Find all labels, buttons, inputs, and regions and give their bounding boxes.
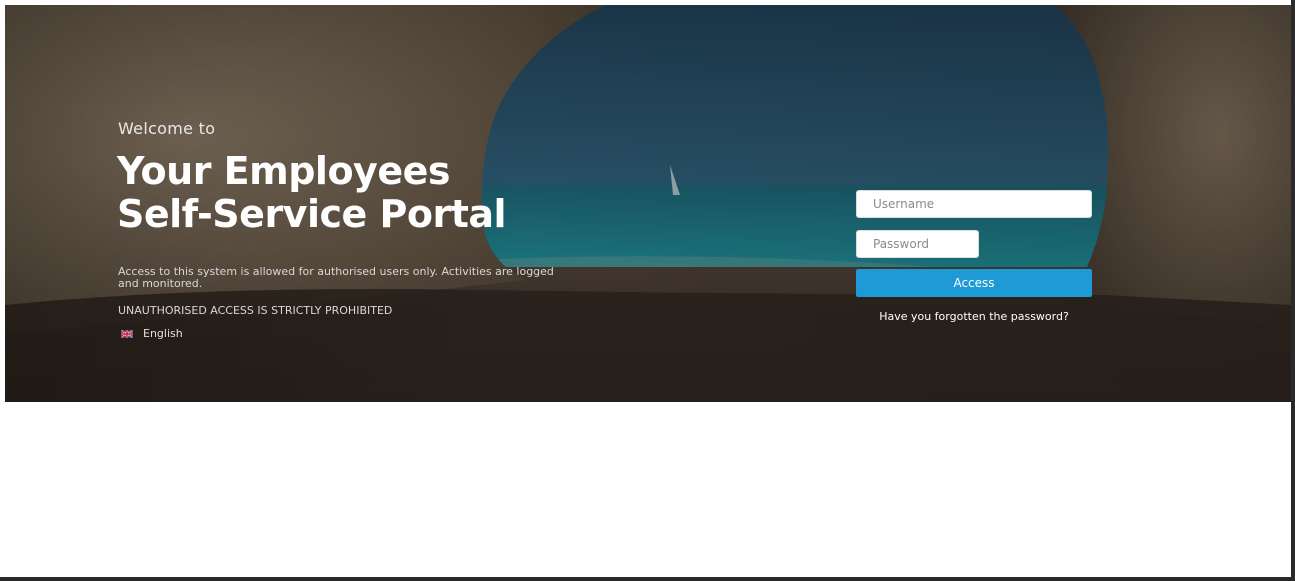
language-selector[interactable]: English [121,327,183,340]
password-input[interactable] [856,230,979,258]
portal-title-line-2: Self-Service Portal [117,192,507,236]
username-input[interactable] [856,190,1092,218]
unauthorised-warning: UNAUTHORISED ACCESS IS STRICTLY PROHIBIT… [118,304,393,317]
access-button[interactable]: Access [856,269,1092,297]
forgot-password-link[interactable]: Have you forgotten the password? [856,310,1092,323]
access-notice: Access to this system is allowed for aut… [118,265,554,290]
language-label: English [143,327,183,340]
uk-flag-icon [121,329,133,338]
welcome-text: Welcome to [118,119,216,138]
hero-banner: Welcome to Your Employees Self-Service P… [5,5,1291,402]
portal-title: Your Employees Self-Service Portal [117,150,637,236]
portal-title-line-1: Your Employees [117,149,450,193]
page-frame: Welcome to Your Employees Self-Service P… [0,0,1295,581]
